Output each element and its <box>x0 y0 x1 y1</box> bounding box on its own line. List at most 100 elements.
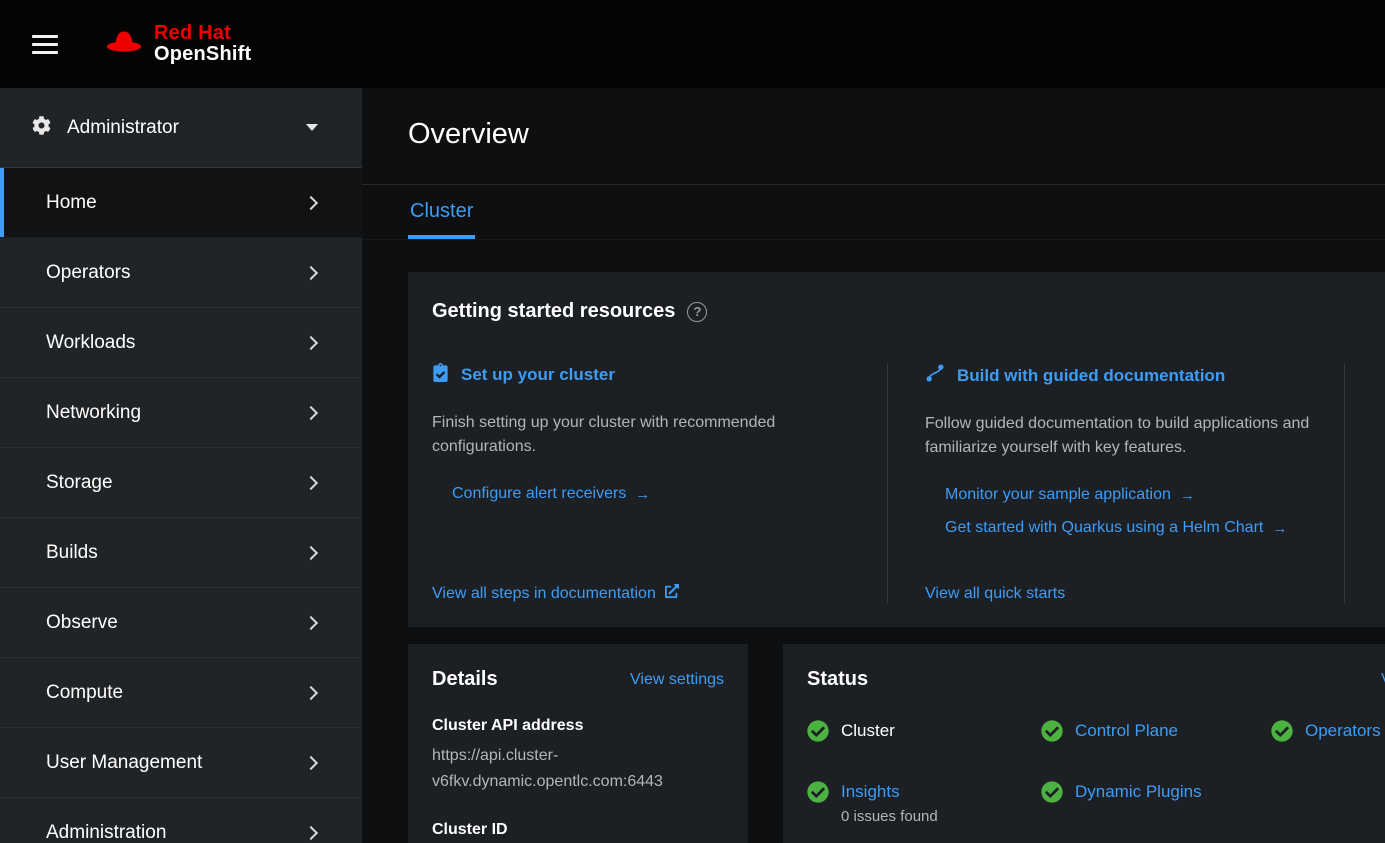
sidebar-item-builds[interactable]: Builds <box>0 518 362 588</box>
brand-logo[interactable]: Red Hat OpenShift <box>103 23 251 65</box>
check-circle-icon <box>1041 781 1063 803</box>
status-item-control-plane: Control Plane <box>1041 719 1271 743</box>
nav-label: Networking <box>46 402 141 424</box>
guided-documentation-links: Monitor your sample application → Get st… <box>925 486 1320 537</box>
status-item-dynamic-plugins: Dynamic Plugins <box>1041 780 1271 825</box>
status-link-operators[interactable]: Operators <box>1305 719 1381 743</box>
arrow-right-icon: → <box>635 487 650 502</box>
sidebar-item-operators[interactable]: Operators <box>0 238 362 308</box>
guided-documentation-description: Follow guided documentation to build app… <box>925 412 1320 460</box>
gear-icon <box>32 116 51 140</box>
view-all-steps-link[interactable]: View all steps in documentation <box>432 584 857 603</box>
chevron-right-icon <box>304 195 318 209</box>
sidebar-item-user-management[interactable]: User Management <box>0 728 362 798</box>
page-title: Overview <box>408 118 1385 151</box>
chevron-right-icon <box>304 265 318 279</box>
chevron-right-icon <box>304 685 318 699</box>
check-circle-icon <box>807 720 829 742</box>
nav-label: User Management <box>46 752 202 774</box>
sidebar-item-storage[interactable]: Storage <box>0 448 362 518</box>
nav-label: Storage <box>46 472 113 494</box>
link-label: View all quick starts <box>925 585 1065 603</box>
status-link-control-plane[interactable]: Control Plane <box>1075 719 1178 743</box>
arrow-right-icon: → <box>1180 488 1195 503</box>
getting-started-columns: Set up your cluster Finish setting up yo… <box>432 363 1385 603</box>
status-link-insights[interactable]: Insights <box>841 780 938 804</box>
sidebar-item-compute[interactable]: Compute <box>0 658 362 728</box>
check-circle-icon <box>1041 720 1063 742</box>
view-settings-link[interactable]: View settings <box>630 671 724 689</box>
nav-label: Workloads <box>46 332 135 354</box>
details-header: Details View settings <box>432 668 724 691</box>
setup-cluster-column: Set up your cluster Finish setting up yo… <box>432 363 887 603</box>
clipboard-check-icon <box>432 363 449 387</box>
status-card: Status View alerts Cluster Control Plane <box>783 644 1385 843</box>
details-card: Details View settings Cluster API addres… <box>408 644 748 843</box>
clipped-column <box>1345 363 1385 603</box>
guided-documentation-link[interactable]: Build with guided documentation <box>925 363 1320 388</box>
red-hat-fedora-icon <box>103 28 145 61</box>
chevron-right-icon <box>304 475 318 489</box>
quarkus-helm-chart-link[interactable]: Get started with Quarkus using a Helm Ch… <box>945 519 1320 537</box>
setup-cluster-links: Configure alert receivers → <box>432 485 857 503</box>
nav-label: Compute <box>46 682 123 704</box>
sidebar-item-workloads[interactable]: Workloads <box>0 308 362 378</box>
configure-alert-receivers-link[interactable]: Configure alert receivers → <box>452 485 857 503</box>
chevron-right-icon <box>304 615 318 629</box>
status-title: Status <box>807 668 868 691</box>
chevron-right-icon <box>304 335 318 349</box>
sidebar-item-home[interactable]: Home <box>0 168 362 238</box>
status-item-cluster: Cluster <box>807 719 1041 743</box>
cluster-api-address-value: https://api.cluster-v6fkv.dynamic.opentl… <box>432 743 724 795</box>
view-alerts-link[interactable]: View alerts <box>1381 671 1385 689</box>
brand-line1: Red Hat <box>154 23 251 44</box>
chevron-right-icon <box>304 545 318 559</box>
arrow-right-icon: → <box>1272 521 1287 536</box>
cluster-id-label: Cluster ID <box>432 821 724 839</box>
getting-started-title: Getting started resources <box>432 300 675 323</box>
guided-documentation-label: Build with guided documentation <box>957 366 1225 386</box>
brand-text: Red Hat OpenShift <box>154 23 251 65</box>
overview-content: Getting started resources ? Set up your … <box>362 240 1385 843</box>
help-icon[interactable]: ? <box>687 302 707 322</box>
status-label-cluster: Cluster <box>841 719 895 743</box>
status-link-dynamic-plugins[interactable]: Dynamic Plugins <box>1075 780 1202 804</box>
nav-label: Home <box>46 192 97 214</box>
chevron-right-icon <box>304 825 318 839</box>
sidebar-item-observe[interactable]: Observe <box>0 588 362 658</box>
insights-issues-count: 0 issues found <box>841 808 938 825</box>
menu-toggle-icon[interactable] <box>32 35 58 54</box>
setup-cluster-description: Finish setting up your cluster with reco… <box>432 411 857 459</box>
nav-label: Administration <box>46 822 166 843</box>
sidebar-item-networking[interactable]: Networking <box>0 378 362 448</box>
tab-cluster[interactable]: Cluster <box>408 185 475 239</box>
check-circle-icon <box>1271 720 1293 742</box>
status-grid: Cluster Control Plane Operators Insights <box>807 719 1385 825</box>
overview-cards-row: Details View settings Cluster API addres… <box>408 644 1385 843</box>
link-label: Configure alert receivers <box>452 485 626 503</box>
view-all-quick-starts-link[interactable]: View all quick starts <box>925 585 1320 603</box>
external-link-icon <box>665 584 679 603</box>
monitor-sample-application-link[interactable]: Monitor your sample application → <box>945 486 1320 504</box>
status-item-operators: Operators <box>1271 719 1385 743</box>
link-label: Monitor your sample application <box>945 486 1171 504</box>
caret-down-icon <box>306 124 318 131</box>
sidebar-nav: Administrator Home Operators Workloads N… <box>0 88 362 843</box>
route-icon <box>925 363 945 388</box>
status-item-insights: Insights 0 issues found <box>807 780 1041 825</box>
getting-started-card: Getting started resources ? Set up your … <box>408 272 1385 627</box>
perspective-switcher[interactable]: Administrator <box>0 88 362 168</box>
check-circle-icon <box>807 781 829 803</box>
details-title: Details <box>432 668 498 691</box>
status-header: Status View alerts <box>807 668 1385 691</box>
nav-label: Builds <box>46 542 98 564</box>
nav-label: Observe <box>46 612 118 634</box>
setup-cluster-label: Set up your cluster <box>461 365 615 385</box>
perspective-label: Administrator <box>67 117 179 139</box>
nav-label: Operators <box>46 262 130 284</box>
getting-started-header: Getting started resources ? <box>432 300 1385 323</box>
sidebar-item-administration[interactable]: Administration <box>0 798 362 843</box>
cluster-api-address-label: Cluster API address <box>432 717 724 735</box>
masthead: Red Hat OpenShift <box>0 0 1385 88</box>
setup-cluster-link[interactable]: Set up your cluster <box>432 363 857 387</box>
